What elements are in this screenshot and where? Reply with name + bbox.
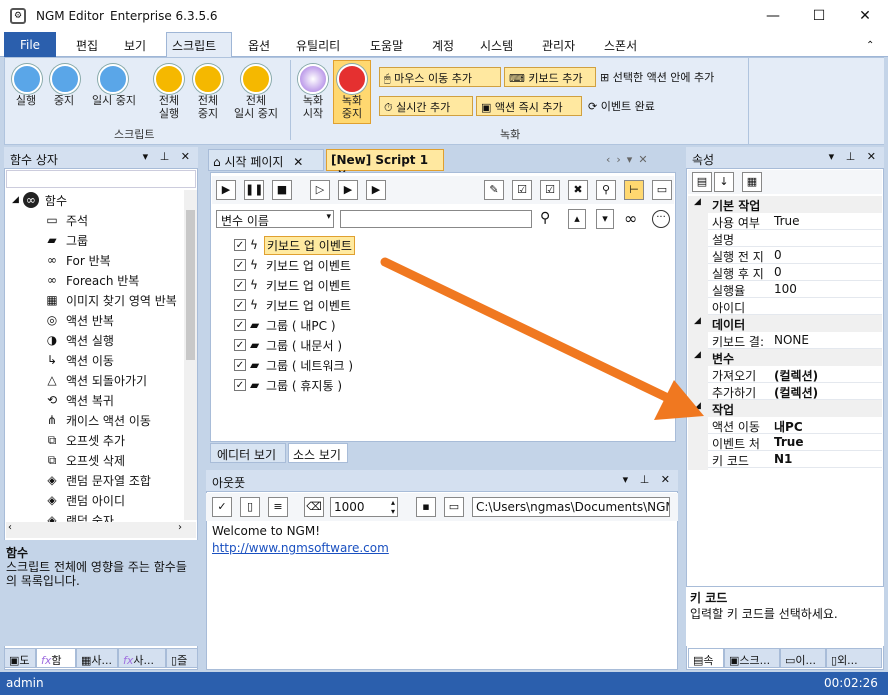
annotation-arrow [380,257,704,420]
arrow-head [654,380,704,420]
arrow-shaft [380,257,677,405]
